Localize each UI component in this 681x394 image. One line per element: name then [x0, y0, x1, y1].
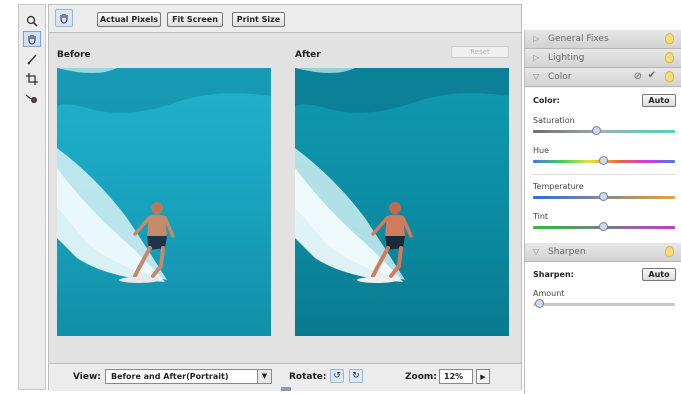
chevron-right-icon: ▷	[533, 53, 540, 62]
divider	[531, 174, 676, 175]
chevron-down-icon: ▽	[533, 247, 540, 256]
lightbulb-icon[interactable]	[665, 52, 674, 63]
zoom-tool-icon[interactable]	[23, 13, 41, 29]
view-select[interactable]: Before and After(Portrait) ▼	[105, 369, 272, 384]
cancel-icon[interactable]: ⊘	[634, 71, 642, 82]
quick-selection-tool-icon[interactable]	[23, 51, 41, 67]
sharpen-auto-button[interactable]: Auto	[642, 268, 676, 281]
sharpen-section: Sharpen: Auto Amount	[525, 262, 681, 394]
lightbulb-icon[interactable]	[665, 33, 674, 44]
lightbulb-icon[interactable]	[665, 71, 674, 82]
saturation-label: Saturation	[533, 116, 575, 125]
fit-screen-button[interactable]: Fit Screen	[167, 12, 223, 27]
tint-slider[interactable]	[599, 222, 608, 231]
color-header[interactable]: ▽ Color ⊘ ✔	[525, 68, 681, 87]
reset-button[interactable]: Reset	[451, 46, 509, 58]
actual-pixels-button[interactable]: Actual Pixels	[97, 12, 161, 27]
hand-tool-icon[interactable]	[23, 31, 41, 47]
amount-track	[533, 303, 675, 306]
crop-tool-icon[interactable]	[23, 71, 41, 87]
chevron-down-icon[interactable]: ▼	[257, 370, 271, 383]
lighting-title: Lighting	[548, 53, 585, 63]
view-select-value: Before and After(Portrait)	[111, 372, 229, 381]
amount-label: Amount	[533, 289, 565, 298]
zoom-label: Zoom:	[405, 372, 437, 382]
sharpen-title: Sharpen	[548, 247, 586, 257]
tint-label: Tint	[533, 212, 549, 221]
zoom-stepper-icon[interactable]: ▶	[476, 369, 490, 384]
panel-resize-grip[interactable]	[281, 387, 291, 391]
saturation-track	[533, 130, 675, 133]
lightbulb-icon[interactable]	[665, 246, 674, 257]
rotate-left-icon[interactable]: ↺	[330, 369, 344, 383]
chevron-right-icon: ▷	[533, 34, 540, 43]
red-eye-tool-icon[interactable]	[23, 91, 41, 107]
color-title: Color	[548, 72, 572, 82]
hand-icon[interactable]	[55, 9, 73, 27]
general-fixes-title: General Fixes	[548, 34, 609, 44]
temperature-label: Temperature	[533, 182, 584, 191]
color-section: Color: Auto Saturation Hue Temperature T…	[525, 88, 681, 248]
amount-slider[interactable]	[535, 299, 545, 308]
color-auto-button[interactable]: Auto	[642, 94, 676, 107]
before-label: Before	[57, 50, 91, 60]
sharpen-section-title: Sharpen:	[533, 270, 574, 279]
saturation-slider[interactable]	[591, 126, 601, 135]
lighting-header[interactable]: ▷ Lighting	[525, 49, 681, 68]
options-bar: Actual Pixels Fit Screen Print Size	[49, 5, 521, 33]
hue-label: Hue	[533, 146, 550, 155]
checkmark-icon[interactable]: ✔	[648, 70, 656, 81]
zoom-input[interactable]: 12%	[439, 369, 473, 384]
sharpen-header[interactable]: ▽ Sharpen	[525, 243, 681, 262]
rotate-label: Rotate:	[289, 372, 327, 382]
general-fixes-header[interactable]: ▷ General Fixes	[525, 30, 681, 49]
after-photo	[295, 68, 509, 336]
temperature-slider[interactable]	[599, 192, 608, 201]
color-section-title: Color:	[533, 96, 560, 105]
toolbox	[18, 4, 46, 390]
print-size-button[interactable]: Print Size	[232, 12, 285, 27]
main-preview-area: Actual Pixels Fit Screen Print Size Befo…	[48, 4, 522, 391]
adjustments-panel: ▷ General Fixes ▷ Lighting ▽ Color ⊘ ✔ C…	[524, 30, 681, 394]
chevron-down-icon: ▽	[533, 72, 540, 81]
before-photo	[57, 68, 271, 336]
rotate-right-icon[interactable]: ↻	[349, 369, 363, 383]
hue-slider[interactable]	[599, 156, 608, 165]
after-label: After	[295, 50, 321, 60]
view-label: View:	[73, 372, 101, 382]
